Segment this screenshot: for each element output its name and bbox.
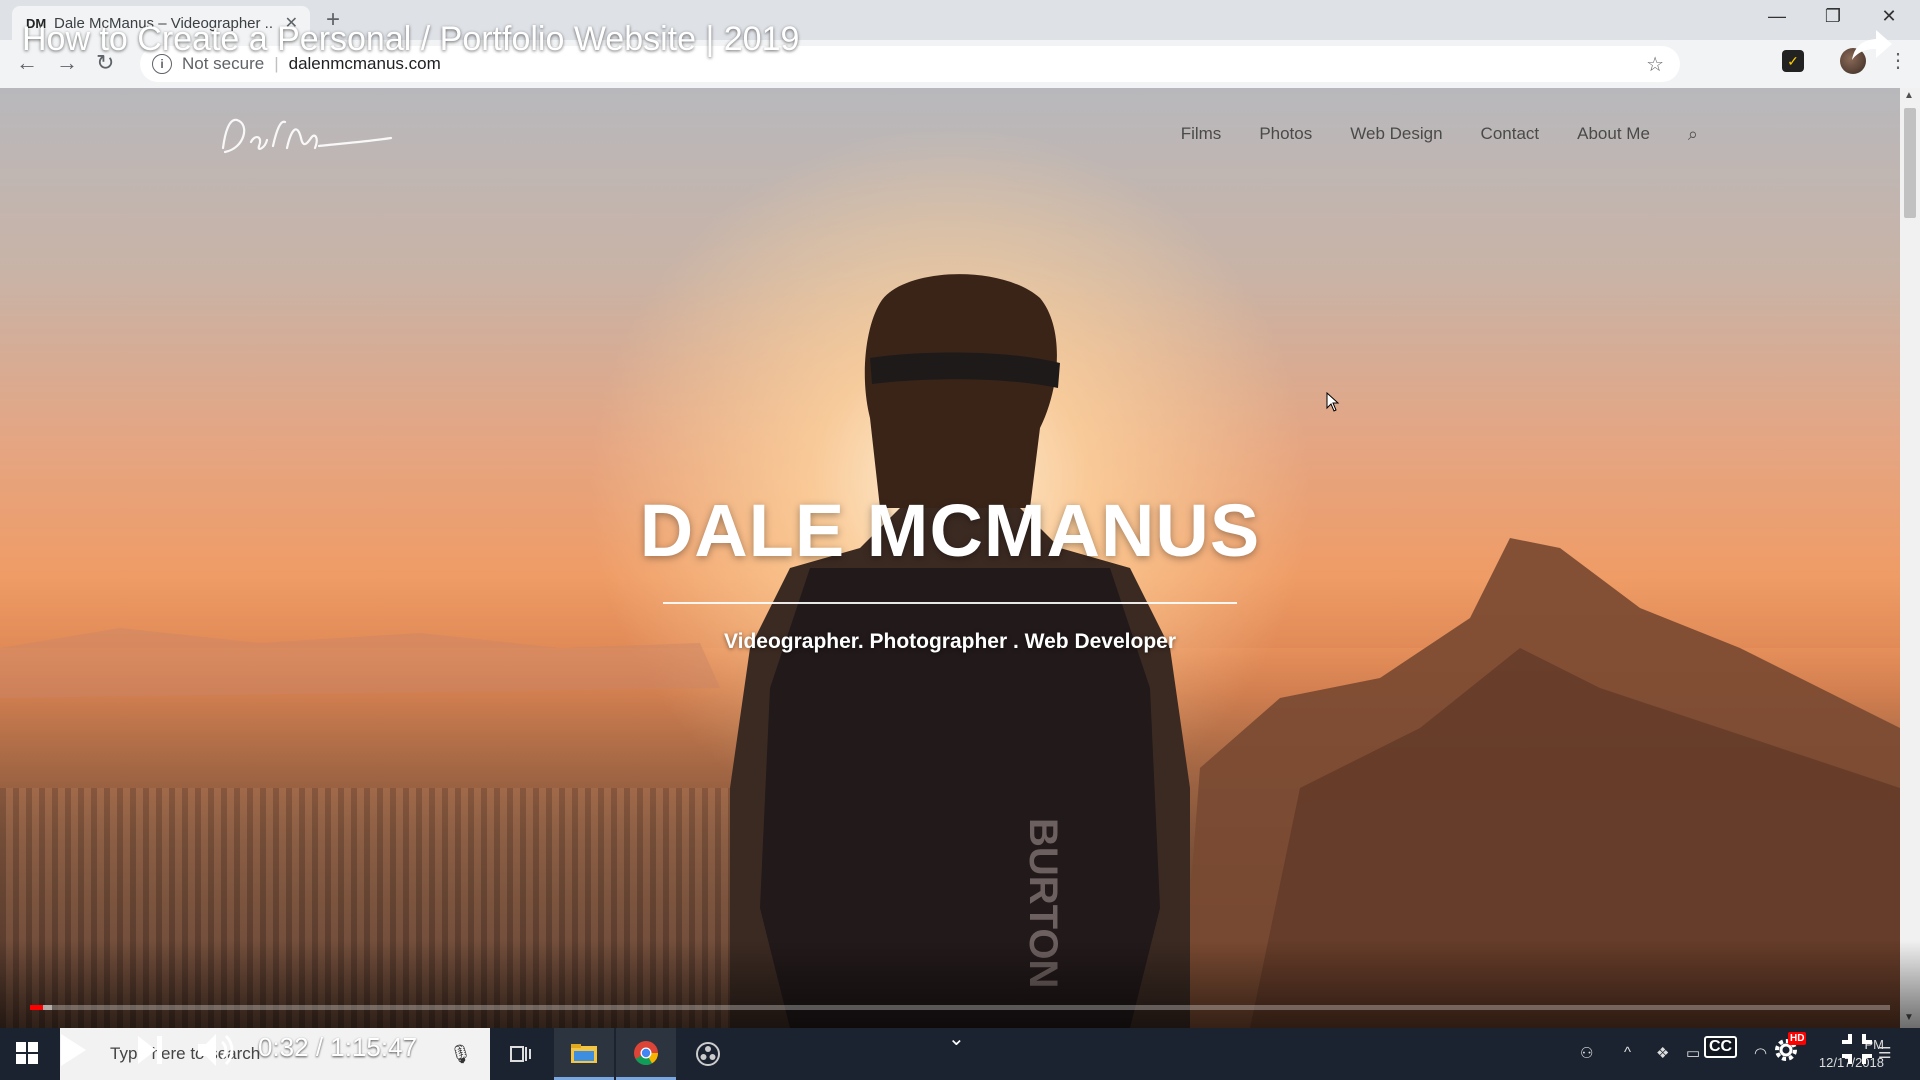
website-viewport: BURTON Films Photos Web Design Contact A… (0, 88, 1900, 1028)
people-icon[interactable]: ⚇ (1580, 1044, 1593, 1062)
scroll-thumb[interactable] (1904, 108, 1916, 218)
nav-films[interactable]: Films (1181, 124, 1222, 145)
video-time-display: 0:32 / 1:15:47 (258, 1032, 417, 1063)
window-close-button[interactable]: ✕ (1866, 6, 1912, 27)
hero-divider (663, 602, 1237, 604)
share-icon[interactable] (1850, 28, 1894, 62)
site-search-icon[interactable]: ⌕ (1688, 124, 1698, 145)
obs-studio-icon[interactable] (678, 1028, 738, 1080)
task-view-icon[interactable] (490, 1028, 550, 1080)
volume-icon[interactable] (196, 1030, 236, 1070)
site-navigation: Films Photos Web Design Contact About Me… (1181, 124, 1698, 145)
minimize-button[interactable]: — (1754, 6, 1800, 27)
nav-about-me[interactable]: About Me (1577, 124, 1650, 145)
chevron-down-icon[interactable]: ⌄ (948, 1026, 965, 1051)
video-progress-bar[interactable] (30, 1005, 1890, 1010)
bookmark-star-icon[interactable]: ☆ (1646, 52, 1664, 77)
time-current: 0:32 (258, 1032, 309, 1062)
restore-button[interactable]: ❐ (1810, 6, 1856, 27)
page-scrollbar[interactable]: ▲ ▼ (1900, 88, 1920, 1028)
wifi-icon[interactable]: ◠ (1754, 1044, 1767, 1062)
site-logo-signature[interactable] (215, 108, 395, 168)
windows-start-icon[interactable] (16, 1042, 38, 1064)
play-icon[interactable] (58, 1032, 88, 1068)
dropbox-icon[interactable]: ❖ (1656, 1044, 1669, 1062)
battery-icon[interactable]: ▭ (1686, 1044, 1700, 1062)
time-separator: / (308, 1032, 331, 1062)
scroll-up-icon[interactable]: ▲ (1904, 90, 1914, 101)
hero-subtitle: Videographer. Photographer . Web Develop… (724, 630, 1176, 653)
extension-icon[interactable]: ✓ (1782, 50, 1804, 72)
player-controls-shade (0, 940, 1920, 1028)
file-explorer-icon[interactable] (554, 1028, 614, 1080)
exit-fullscreen-icon[interactable] (1840, 1032, 1874, 1066)
mouse-cursor-icon (1326, 392, 1340, 412)
hero-title: DALE MCMANUS (639, 489, 1261, 572)
chrome-app-icon[interactable] (616, 1028, 676, 1080)
tray-chevron-up-icon[interactable]: ^ (1624, 1044, 1631, 1061)
taskbar-search-placeholder: Type here to search (110, 1044, 261, 1063)
video-title[interactable]: How to Create a Personal / Portfolio Web… (22, 20, 799, 59)
nav-contact[interactable]: Contact (1481, 124, 1540, 145)
next-video-icon[interactable] (136, 1034, 164, 1066)
nav-web-design[interactable]: Web Design (1350, 124, 1442, 145)
time-total: 1:15:47 (330, 1032, 418, 1062)
progress-played (30, 1005, 44, 1010)
microphone-icon[interactable]: 🎙 (449, 1044, 472, 1065)
captions-button[interactable]: CC (1704, 1036, 1738, 1058)
nav-photos[interactable]: Photos (1259, 124, 1312, 145)
hd-badge: HD (1788, 1032, 1807, 1045)
